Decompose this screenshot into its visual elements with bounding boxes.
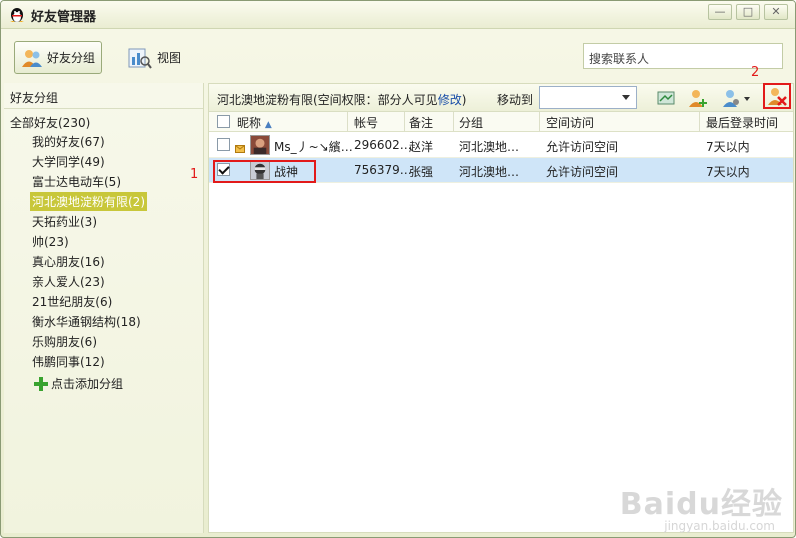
col-remark[interactable]: 备注 xyxy=(409,114,433,131)
cell-account: 296602… xyxy=(354,138,412,152)
cell-group: 河北澳地… xyxy=(459,140,520,154)
group-permission-text: 河北澳地淀粉有限(空间权限：部分人可见 xyxy=(217,93,438,107)
add-friend-icon[interactable] xyxy=(687,87,709,109)
cell-space-access: 允许访问空间 xyxy=(546,165,619,179)
baidu-watermark: Baidu经验 xyxy=(619,487,783,522)
col-nickname-label: 昵称 xyxy=(237,116,262,130)
col-group[interactable]: 分组 xyxy=(459,114,483,131)
sidebar-item[interactable]: 21世纪朋友(6) xyxy=(30,292,114,311)
group-permission-info: 河北澳地淀粉有限(空间权限：部分人可见修改) xyxy=(217,91,466,108)
column-divider xyxy=(539,112,540,132)
cell-account: 756379… xyxy=(354,163,412,177)
move-to-select[interactable] xyxy=(539,86,637,109)
qq-penguin-icon xyxy=(10,8,24,22)
sidebar-item[interactable]: 帅(23) xyxy=(30,232,71,251)
baidu-watermark-url: jingyan.baidu.com xyxy=(664,519,775,533)
cell-space-access: 允许访问空间 xyxy=(546,140,619,154)
maximize-button[interactable]: □ xyxy=(736,4,760,20)
friend-options-icon[interactable] xyxy=(721,87,751,109)
sidebar-item[interactable]: 衡水华通钢结构(18) xyxy=(30,312,143,331)
sidebar-item[interactable]: 大学同学(49) xyxy=(30,152,107,171)
sidebar-item[interactable]: 伟鹏同事(12) xyxy=(30,352,107,371)
view-chart-icon xyxy=(128,48,152,69)
friend-manager-window: 好友管理器 — □ ✕ 好友分组 视图 搜索联系人 好友分组 全部好友(230)… xyxy=(0,0,796,538)
group-sidebar: 好友分组 全部好友(230) 我的好友(67) 大学同学(49) 富士达电动车(… xyxy=(4,83,204,533)
sidebar-item-selected[interactable]: 河北澳地淀粉有限(2) xyxy=(30,192,147,211)
annotation-number-2: 2 xyxy=(751,65,760,80)
friend-groups-label: 好友分组 xyxy=(47,51,96,65)
chevron-down-icon xyxy=(622,95,630,100)
col-last-login[interactable]: 最后登录时间 xyxy=(706,114,778,131)
add-group-label: 点击添加分组 xyxy=(51,377,124,391)
sidebar-header: 好友分组 xyxy=(4,83,203,109)
titlebar: 好友管理器 — □ ✕ xyxy=(1,1,795,29)
edit-permission-link[interactable]: 修改 xyxy=(438,93,462,107)
row-checkbox[interactable] xyxy=(217,138,230,154)
cell-last-login: 7天以内 xyxy=(706,140,750,154)
checkbox[interactable] xyxy=(217,138,230,151)
cell-group: 河北澳地… xyxy=(459,165,520,179)
group-info-bar: 河北澳地淀粉有限(空间权限：部分人可见修改) 移动到 xyxy=(209,83,793,112)
sidebar-item[interactable]: 乐购朋友(6) xyxy=(30,332,99,351)
sidebar-item[interactable]: 我的好友(67) xyxy=(30,132,107,151)
annotation-box-selected-row xyxy=(213,160,316,183)
remove-friend-icon xyxy=(768,88,787,106)
select-all-checkbox[interactable] xyxy=(217,115,230,131)
column-divider xyxy=(347,112,348,132)
cell-nickname: Ms_丿~↘繽… xyxy=(274,140,352,154)
group-permission-close: ) xyxy=(461,93,467,107)
mail-icon xyxy=(235,145,245,153)
view-button[interactable]: 视图 xyxy=(121,41,187,74)
sidebar-item[interactable]: 真心朋友(16) xyxy=(30,252,107,271)
sidebar-item[interactable]: 亲人爱人(23) xyxy=(30,272,107,291)
avatar xyxy=(250,135,270,155)
close-button[interactable]: ✕ xyxy=(764,4,788,20)
col-space-access[interactable]: 空间访问 xyxy=(546,114,594,131)
view-label: 视图 xyxy=(157,51,182,65)
move-to-label: 移动到 xyxy=(497,93,534,107)
table-header: 昵称 ▲ 帐号 备注 分组 空间访问 最后登录时间 xyxy=(209,112,793,132)
column-divider xyxy=(404,112,405,132)
cell-last-login: 7天以内 xyxy=(706,165,750,179)
plus-icon xyxy=(34,376,48,391)
column-divider xyxy=(453,112,454,132)
send-message-icon[interactable] xyxy=(655,87,677,109)
sidebar-item[interactable]: 天拓药业(3) xyxy=(30,212,99,231)
cell-remark: 张强 xyxy=(409,165,434,179)
col-nickname[interactable]: 昵称 ▲ xyxy=(237,114,272,131)
friend-groups-button[interactable]: 好友分组 xyxy=(14,41,103,74)
col-account[interactable]: 帐号 xyxy=(354,114,378,131)
sidebar-item-all-friends[interactable]: 全部好友(230) xyxy=(10,114,90,131)
friends-icon xyxy=(22,49,42,67)
sidebar-item[interactable]: 富士达电动车(5) xyxy=(30,172,123,191)
delete-friend-button[interactable] xyxy=(763,83,791,109)
table-row[interactable]: Ms_丿~↘繽… 296602… 赵洋 河北澳地… 允许访问空间 7天以内 xyxy=(209,133,793,158)
cell-remark: 赵洋 xyxy=(409,140,434,154)
friend-list-panel: 河北澳地淀粉有限(空间权限：部分人可见修改) 移动到 昵称 ▲ 帐号 备注 分组… xyxy=(208,83,794,533)
annotation-number-1: 1 xyxy=(190,167,199,182)
window-title: 好友管理器 xyxy=(31,10,97,25)
column-divider xyxy=(699,112,700,132)
sort-ascending-icon: ▲ xyxy=(264,120,272,130)
checkbox[interactable] xyxy=(217,115,230,128)
add-group-button[interactable]: 点击添加分组 xyxy=(34,375,123,392)
minimize-button[interactable]: — xyxy=(708,4,732,20)
